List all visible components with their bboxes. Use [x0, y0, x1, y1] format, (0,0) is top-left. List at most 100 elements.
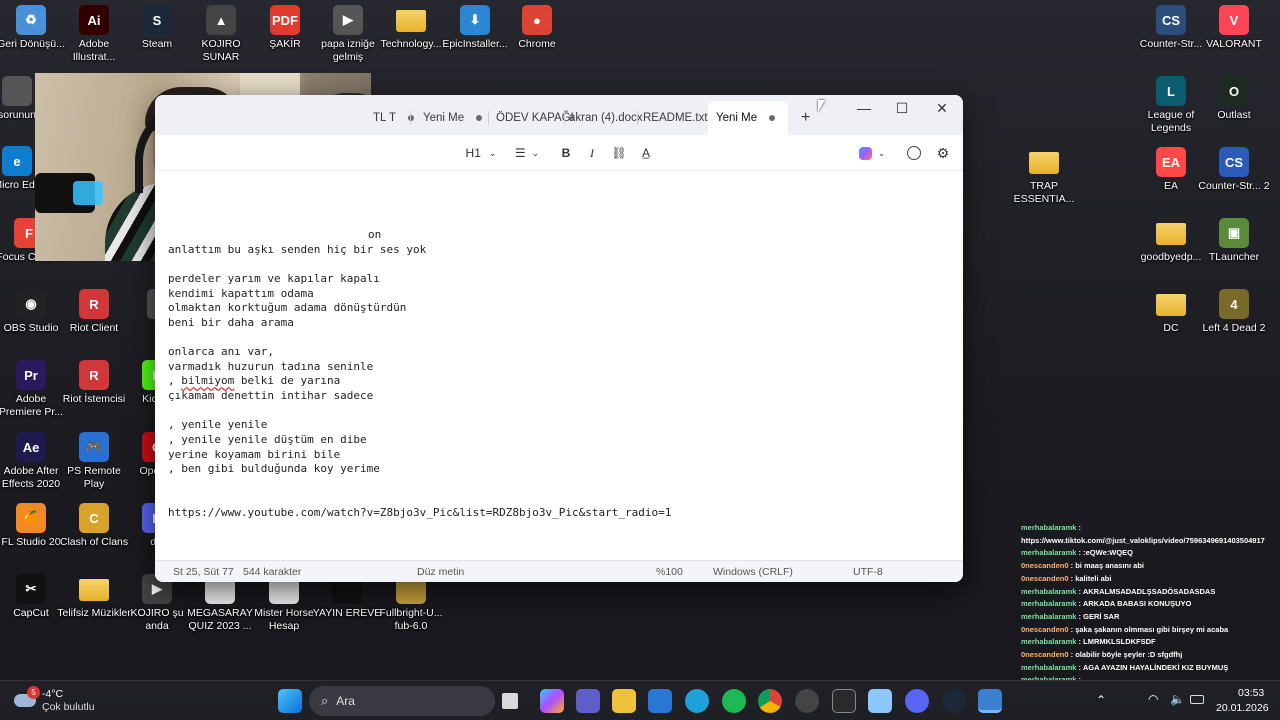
- battery-icon[interactable]: [1190, 695, 1204, 704]
- copilot-button[interactable]: ⌄: [855, 141, 889, 165]
- italic-button[interactable]: I: [581, 141, 603, 165]
- tab-active[interactable]: Yeni Me: [708, 101, 788, 135]
- desktop-icon[interactable]: CS Counter-Str... 2: [1197, 147, 1271, 193]
- spellcheck-button[interactable]: A̲: [635, 141, 657, 165]
- gear-icon: ⚙: [936, 144, 950, 161]
- tab-2[interactable]: Yeni Me: [415, 101, 490, 135]
- search-placeholder: Ara: [336, 694, 355, 708]
- chat-username: merhabalaramk: [1021, 523, 1077, 532]
- notepad-window: TL T Yeni Me ÖDEV KAPAĞI akran (4).docx …: [155, 95, 963, 582]
- riot-icon: R: [79, 360, 109, 390]
- wifi-icon[interactable]: ◠: [1148, 692, 1158, 706]
- desktop-icon[interactable]: ● Chrome: [500, 5, 574, 51]
- chat-text: :: [1078, 523, 1082, 532]
- editor-line: yerine koyamam birini bile: [168, 447, 341, 461]
- desktop-icon[interactable]: R Riot Client: [57, 289, 131, 335]
- zoom-level[interactable]: %100: [656, 566, 683, 578]
- line-ending[interactable]: Windows (CRLF): [713, 566, 793, 578]
- desktop-icon[interactable]: ▣ TLauncher: [1197, 218, 1271, 264]
- char-count: 544 karakter: [243, 566, 302, 578]
- taskbar-search[interactable]: ⌕ Ara: [309, 686, 495, 716]
- notepad-button[interactable]: [978, 689, 1002, 713]
- lol-icon: L: [1156, 76, 1186, 106]
- close-button[interactable]: ✕: [923, 95, 961, 121]
- desktop-icon-label: MEGASARAY QUIZ 2023 ...: [187, 607, 253, 632]
- clock-date[interactable]: 20.01.2026: [1216, 702, 1269, 714]
- chat-username: merhabalaramk: [1021, 548, 1077, 558]
- file-explorer-button[interactable]: [612, 689, 636, 713]
- weather-widget[interactable]: 5 -4°C Çok bulutlu: [14, 686, 124, 716]
- folder-icon: [396, 10, 426, 32]
- chat-username: 0nescanden0: [1021, 624, 1069, 634]
- editor-line: kendimi kapattım odama: [168, 286, 314, 300]
- desktop-icon[interactable]: O Outlast: [1197, 76, 1271, 122]
- chat-username: merhabalaramk: [1021, 599, 1077, 609]
- start-button[interactable]: [278, 689, 302, 713]
- account-button[interactable]: [905, 141, 923, 165]
- epic-games-button[interactable]: [832, 689, 856, 713]
- chat-message: 0nescanden0 : bi maaş anasını abi: [1021, 560, 1276, 573]
- copilot-app-button[interactable]: [540, 689, 564, 713]
- folder-icon: [1156, 223, 1186, 245]
- spotify-button[interactable]: [722, 689, 746, 713]
- list-dropdown[interactable]: ☰ ⌄: [510, 141, 544, 165]
- desktop-icon[interactable]: MEGASARAY QUIZ 2023 ...: [183, 574, 257, 633]
- desktop-icon[interactable]: ▲ KOJIRO SUNAR: [184, 5, 258, 64]
- task-view-button[interactable]: [502, 693, 518, 709]
- desktop-icon-label: Clash of Clans: [59, 536, 129, 548]
- chat-text: : olabilir böyle şeyler :D sfgdfhj: [1070, 650, 1183, 660]
- counter-strike-icon: CS: [1156, 5, 1186, 35]
- app-button[interactable]: [868, 689, 892, 713]
- steam-button[interactable]: [942, 689, 966, 713]
- chrome-button[interactable]: [758, 689, 782, 713]
- obs-button[interactable]: [795, 689, 819, 713]
- edge-button[interactable]: [685, 689, 709, 713]
- settings-button[interactable]: ⚙: [933, 141, 953, 165]
- desktop-icon[interactable]: Technology...: [374, 5, 448, 51]
- bold-button[interactable]: B: [555, 141, 577, 165]
- heading-dropdown[interactable]: H1 ⌄: [461, 141, 501, 165]
- encoding[interactable]: UTF-8: [853, 566, 883, 578]
- discord-button[interactable]: [905, 689, 929, 713]
- desktop-icon[interactable]: V VALORANT: [1197, 5, 1271, 51]
- desktop-icon[interactable]: S Steam: [120, 5, 194, 51]
- italic-icon: I: [590, 145, 594, 160]
- desktop-icon[interactable]: Fullbright-U... fub-6.0: [374, 574, 448, 633]
- recycle-bin-icon: ♻: [16, 5, 46, 35]
- chat-text: https://www.tiktok.com/@just_valoklips/v…: [1021, 535, 1265, 545]
- minimize-button[interactable]: —: [845, 95, 883, 121]
- desktop-icon[interactable]: 4 Left 4 Dead 2: [1197, 289, 1271, 335]
- desktop-icon[interactable]: TRAP ESSENTIA...: [1007, 147, 1081, 206]
- new-tab-button[interactable]: +: [793, 101, 818, 135]
- store-button[interactable]: [648, 689, 672, 713]
- chevron-up-icon[interactable]: ⌃: [1096, 693, 1106, 707]
- fl-studio-icon: 🍊: [16, 503, 46, 533]
- cursor-position: St 25, Süt 77: [173, 566, 234, 578]
- chat-text: : LMRMKLSLDKFSDF: [1078, 637, 1156, 647]
- text-editor[interactable]: on anlattım bu aşkı senden hiç bir ses yo…: [168, 228, 948, 521]
- editor-line: perdeler yarım ve kapılar kapalı: [168, 271, 380, 285]
- desktop-icon-label: Technology...: [380, 38, 442, 50]
- desktop-icon-label: Outlast: [1217, 109, 1251, 121]
- spellcheck-icon: A̲: [641, 146, 650, 160]
- desktop-icon-label: ŞAKİR: [269, 38, 301, 50]
- spelling-error[interactable]: bilmiyom: [181, 374, 234, 387]
- bold-icon: B: [561, 146, 571, 160]
- chat-text: : AKRALMSADADLŞSADÖSADASDAS: [1078, 586, 1216, 596]
- maximize-button[interactable]: ☐: [883, 95, 921, 121]
- tab-5[interactable]: README.txt: [635, 101, 716, 135]
- folder-icon: [79, 579, 109, 601]
- desktop-icon-label: OBS Studio: [3, 322, 59, 334]
- clock-time[interactable]: 03:53: [1238, 687, 1264, 699]
- tab-1[interactable]: TL T: [365, 101, 422, 135]
- capcut-icon: ✂: [16, 574, 46, 604]
- link-button[interactable]: ⛓: [607, 141, 631, 165]
- teams-button[interactable]: [576, 689, 600, 713]
- chat-text: : şaka şakanın olmması gibi birşey mi ac…: [1070, 624, 1229, 634]
- format-label: Düz metin: [417, 566, 465, 578]
- folder-icon: [1156, 294, 1186, 316]
- volume-icon[interactable]: 🔈: [1170, 692, 1185, 706]
